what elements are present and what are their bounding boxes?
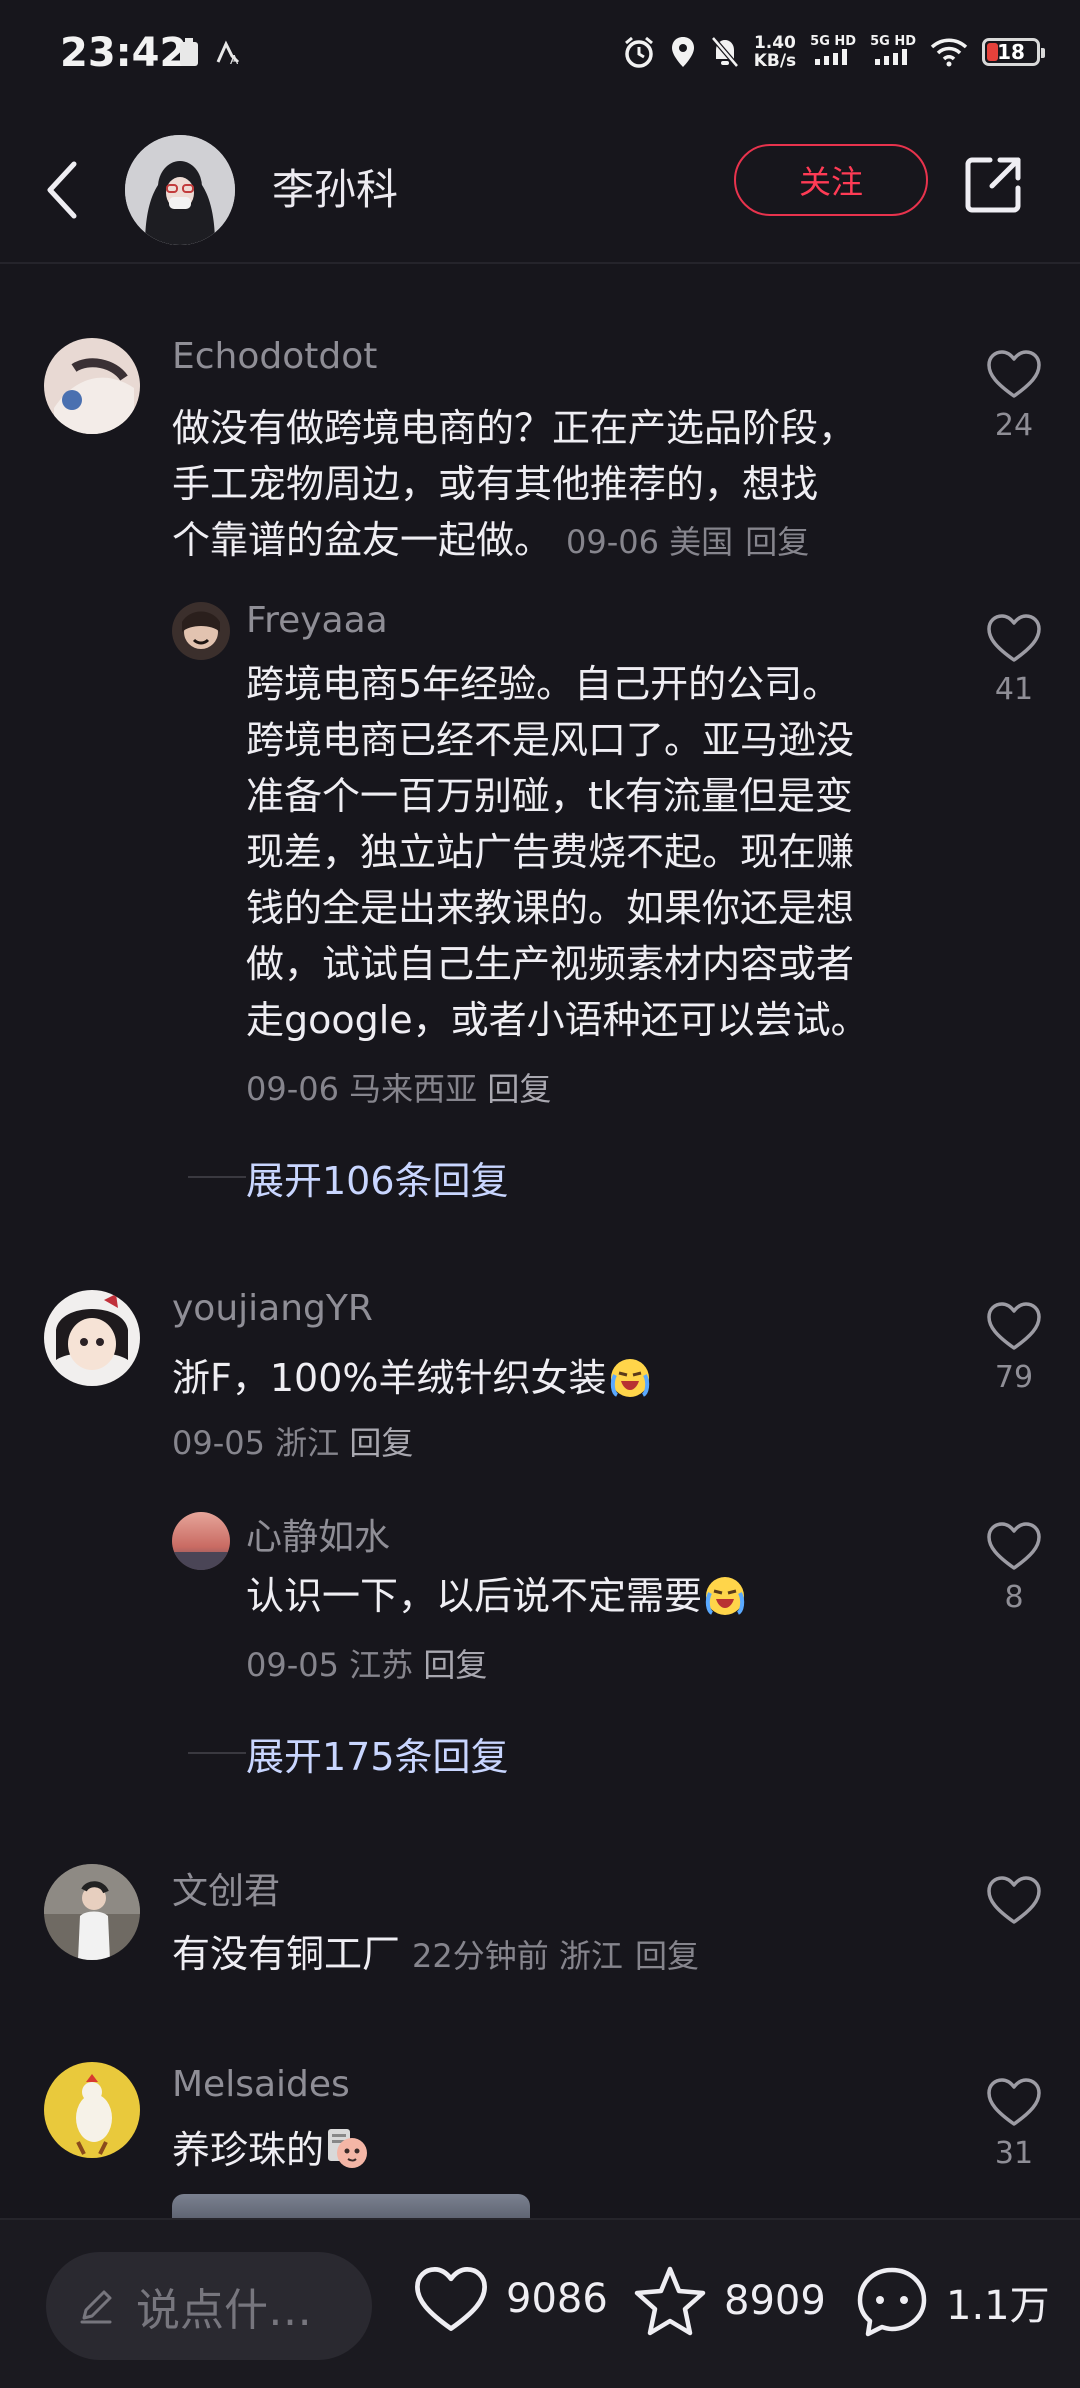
heart-icon xyxy=(987,2078,1041,2126)
status-bar: 23:42 A 1.40 KB/s 5G HD 5G HD 18 xyxy=(0,0,1080,118)
bottom-action-bar: 说点什… 9086 8909 1.1万 xyxy=(0,2218,1080,2388)
like-button[interactable] xyxy=(978,1874,1050,1930)
navigation-icon: A xyxy=(216,40,240,66)
like-button[interactable]: 31 xyxy=(978,2076,1050,2171)
avatar-image xyxy=(44,1290,140,1386)
expand-replies-button[interactable]: 展开106条回复 xyxy=(188,1150,509,1205)
author-avatar-image xyxy=(125,135,235,245)
location-icon xyxy=(671,37,694,67)
like-button[interactable]: 8 xyxy=(978,1520,1050,1615)
heart-icon xyxy=(987,614,1041,662)
network-speed: 1.40 KB/s xyxy=(753,33,797,71)
heart-icon xyxy=(415,2267,487,2331)
reply-text: 认识一下，以后说不定需要 xyxy=(246,1568,946,1624)
commenter-avatar[interactable] xyxy=(44,2062,140,2158)
like-video-button[interactable]: 9086 xyxy=(412,2264,608,2334)
input-placeholder: 说点什… xyxy=(136,2285,312,2336)
like-count: 24 xyxy=(994,408,1034,443)
comment-text: 有没有铜工厂 22分钟前 浙江 回复 xyxy=(172,1932,700,1976)
commenter-avatar[interactable] xyxy=(44,338,140,434)
video-header: 李孙科 关注 xyxy=(0,118,1080,264)
svg-text:A: A xyxy=(230,53,239,66)
commenter-name[interactable]: 心静如水 xyxy=(246,1508,390,1560)
reply-text: 跨境电商5年经验。自己开的公司。 跨境电商已经不是风口了。亚马逊没 准备个一百万… xyxy=(246,662,869,1042)
share-icon[interactable] xyxy=(962,152,1026,216)
status-right-icons: 1.40 KB/s 5G HD 5G HD 18 xyxy=(622,33,1045,71)
heart-icon xyxy=(987,1522,1041,1570)
like-count: 41 xyxy=(994,672,1034,707)
like-button[interactable]: 79 xyxy=(978,1300,1050,1395)
star-icon xyxy=(634,2266,706,2336)
author-name[interactable]: 李孙科 xyxy=(272,156,398,217)
like-count: 8 xyxy=(1004,1580,1024,1615)
reply-button[interactable]: 回复 xyxy=(745,523,809,561)
follow-button[interactable]: 关注 xyxy=(734,144,928,216)
signal-bars-icon xyxy=(815,49,848,65)
commenter-name[interactable]: Echodotdot xyxy=(172,336,377,377)
wifi-icon xyxy=(930,38,968,67)
comment-input[interactable]: 说点什… xyxy=(46,2252,372,2360)
avatar-image xyxy=(44,1864,140,1960)
reply-meta: 09-06 马来西亚 回复 xyxy=(246,1070,552,1108)
avatar-image xyxy=(44,338,140,434)
comment-count: 1.1万 xyxy=(946,2283,1050,2329)
favorite-count: 8909 xyxy=(724,2278,826,2324)
chat-bubble-icon xyxy=(857,2267,927,2337)
author-avatar[interactable] xyxy=(125,135,235,245)
battery-indicator: 18 xyxy=(982,38,1045,66)
like-count: 79 xyxy=(994,1360,1034,1395)
commenter-name[interactable]: youjiangYR xyxy=(172,1288,373,1329)
like-button[interactable]: 24 xyxy=(978,348,1050,443)
battery-saver-icon xyxy=(180,38,198,66)
reply-meta: 09-05 江苏 回复 xyxy=(246,1646,488,1684)
comment-text: 浙F，100%羊绒针织女装 xyxy=(172,1350,932,1406)
comment-meta: 09-05 浙江 回复 xyxy=(172,1424,414,1462)
comments-button[interactable]: 1.1万 xyxy=(854,2264,1050,2340)
reply-button[interactable]: 回复 xyxy=(349,1424,413,1462)
signal-1: 5G HD xyxy=(810,35,856,69)
crying-laugh-emoji-icon xyxy=(610,1359,649,1397)
heart-icon xyxy=(987,1876,1041,1924)
status-left-icons: A xyxy=(178,38,242,68)
commenter-avatar[interactable] xyxy=(172,1512,230,1570)
expand-replies-button[interactable]: 展开175条回复 xyxy=(188,1726,509,1781)
heart-icon xyxy=(987,350,1041,398)
avatar-image xyxy=(44,2062,140,2158)
reply-button[interactable]: 回复 xyxy=(487,1070,551,1108)
signal-2: 5G HD xyxy=(870,35,916,69)
commenter-avatar[interactable] xyxy=(44,1290,140,1386)
clock: 23:42 xyxy=(60,30,188,76)
comment-meta: 22分钟前 浙江 xyxy=(412,1937,623,1975)
video-like-count: 9086 xyxy=(506,2276,608,2322)
avatar-image xyxy=(172,1512,230,1570)
reply-button[interactable]: 回复 xyxy=(423,1646,487,1684)
avatar-image xyxy=(172,602,230,660)
crying-laugh-emoji-icon xyxy=(705,1577,745,1615)
comment-text: 做没有做跨境电商的？正在产选品阶段， 手工宠物周边，或有其他推荐的，想找 个靠谱… xyxy=(172,406,857,562)
commenter-name[interactable]: Melsaides xyxy=(172,2064,350,2105)
back-arrow-icon[interactable] xyxy=(42,158,82,222)
commenter-avatar[interactable] xyxy=(44,1864,140,1960)
comment-text: 养珍珠的 xyxy=(172,2122,932,2178)
pencil-icon xyxy=(80,2290,112,2324)
like-count: 31 xyxy=(994,2136,1034,2171)
favorite-button[interactable]: 8909 xyxy=(632,2264,826,2338)
comment-meta: 09-06 美国 xyxy=(566,523,734,561)
commenter-name[interactable]: 文创君 xyxy=(172,1862,280,1914)
heart-icon xyxy=(987,1302,1041,1350)
alarm-icon xyxy=(624,36,653,68)
like-button[interactable]: 41 xyxy=(978,612,1050,707)
commenter-name[interactable]: Freyaaa xyxy=(246,600,388,641)
commenter-avatar[interactable] xyxy=(172,602,230,660)
face-with-sign-emoji-icon xyxy=(328,2129,368,2168)
mute-bell-icon xyxy=(710,36,739,68)
reply-button[interactable]: 回复 xyxy=(635,1937,699,1975)
signal-bars-icon xyxy=(875,49,908,65)
